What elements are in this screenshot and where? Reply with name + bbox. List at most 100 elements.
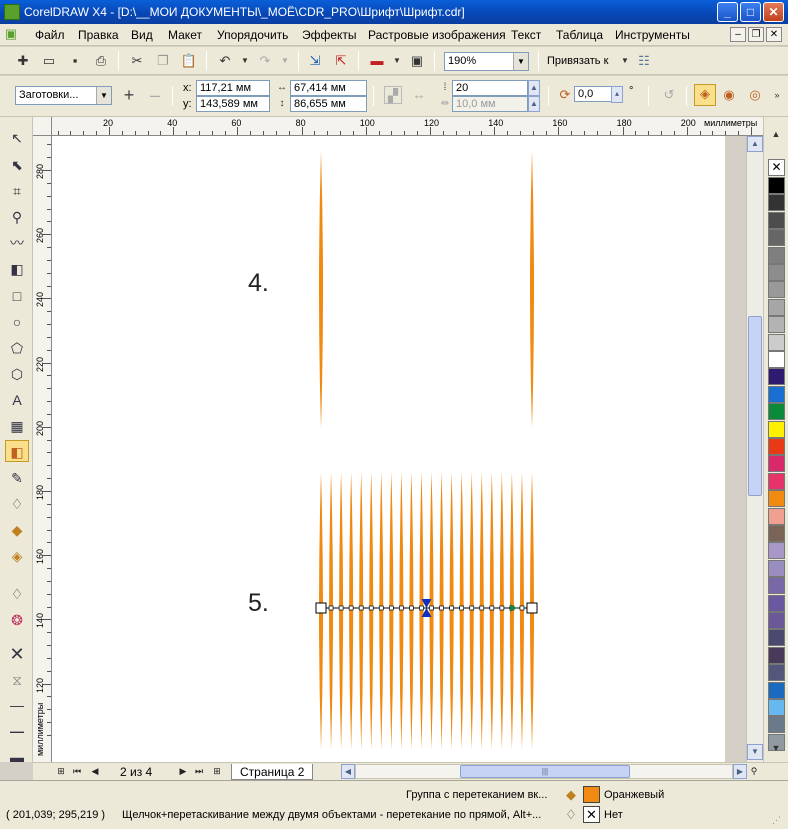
previous-page-icon[interactable]: ◀ [88,764,102,779]
scroll-right-button[interactable]: ▶ [733,764,747,779]
ruler-origin[interactable] [33,117,52,136]
ellipse-tool-icon[interactable]: ○ [5,311,29,333]
basic-shapes-tool-icon[interactable]: ⬡ [5,363,29,385]
blend-step-marker[interactable] [338,605,344,611]
close-button[interactable]: ✕ [763,2,784,22]
blend-step-marker[interactable] [429,605,434,611]
drawing-artwork[interactable] [52,136,725,762]
launcher-dropdown-icon[interactable]: ▼ [388,52,406,70]
vertical-ruler[interactable]: 280 260 240 220 200 180 160 140 120 миллиметры [33,136,52,762]
blend-end-handle[interactable] [526,602,538,614]
loop-blend-icon[interactable]: ↺ [660,86,678,104]
blend-step-marker[interactable] [449,605,454,611]
color-picker-icon[interactable]: ❂ [5,609,29,631]
next-page-icon[interactable]: ▶ [176,764,190,779]
palette-swatch[interactable] [768,681,785,699]
thick-outline-icon[interactable]: ▬ [5,746,29,768]
palette-swatch[interactable] [768,368,785,386]
blend-step-marker[interactable] [409,605,414,611]
blend-step-object[interactable] [429,472,434,750]
blend-step-marker[interactable] [439,605,444,611]
thin-outline-icon[interactable]: — [5,694,29,716]
vertical-scrollbar[interactable]: ▲ ▼ [746,136,763,762]
scroll-down-button[interactable]: ▼ [747,744,763,760]
open-icon[interactable]: ▭ [40,52,58,70]
export-icon[interactable]: ⇱ [332,52,350,70]
blend-step-object[interactable] [349,472,354,750]
blend-spacing-field[interactable]: 10,0 мм [452,96,528,112]
blend-step-marker[interactable] [519,605,525,611]
options-icon[interactable]: ☷ [635,52,653,70]
palette-swatch[interactable] [768,316,785,334]
palette-swatch[interactable] [768,177,785,194]
palette-swatch[interactable] [768,438,785,455]
blend-step-marker[interactable] [419,605,424,611]
add-page-before-icon[interactable]: ⊞ [54,764,68,779]
eyedropper-tool-icon[interactable]: ✎ [5,467,29,489]
undo-dropdown-icon[interactable]: ▼ [236,52,254,70]
menu-arrange[interactable]: Упорядочить [217,28,288,42]
counterclockwise-blend-icon[interactable]: ◎ [746,86,764,104]
doc-close-button[interactable]: ✕ [766,27,782,42]
medium-outline-icon[interactable]: — [5,720,29,742]
menu-edit[interactable]: Правка [78,28,119,42]
blend-step-object[interactable] [449,472,454,750]
blend-start-handle[interactable] [315,602,327,614]
zoom-levels-select[interactable]: 190% ▼ [444,52,529,71]
no-outline-icon[interactable]: ✕ [5,643,29,665]
drawing-canvas[interactable]: 4. 5. [52,136,725,762]
menu-file[interactable]: Файл [35,28,65,42]
palette-swatch[interactable] [768,298,785,316]
palette-scroll-down-icon[interactable]: ▼ [767,739,785,757]
palette-swatch[interactable] [768,507,785,525]
menu-view[interactable]: Вид [131,28,153,42]
blend-step-marker[interactable] [378,605,384,611]
blend-step-marker[interactable] [368,605,374,611]
step-label-5[interactable]: 5. [248,589,269,618]
scroll-up-button[interactable]: ▲ [747,136,763,152]
blend-step-object[interactable] [379,472,384,750]
blend-step-marker[interactable] [358,605,364,611]
step-label-4[interactable]: 4. [248,269,269,298]
blend-steps-field[interactable]: 20 [452,80,528,96]
blend-step-object[interactable] [369,472,374,750]
blend-step-object[interactable] [499,472,504,750]
blend-spacing-mode-icon[interactable]: ↔ [410,86,428,104]
scroll-left-button[interactable]: ◀ [341,764,355,779]
maximize-button[interactable]: □ [740,2,761,22]
snap-dropdown-icon[interactable]: ▼ [616,52,634,70]
blend-step-marker[interactable] [469,605,475,611]
freehand-tool-icon[interactable]: 〰 [5,232,29,254]
menu-text[interactable]: Текст [511,28,541,42]
blend-step-object[interactable] [479,472,484,750]
palette-swatch[interactable] [768,525,785,542]
welcome-screen-icon[interactable]: ▣ [408,52,426,70]
outline-pen-icon[interactable]: ♢ [5,583,29,605]
print-icon[interactable]: ⎙ [92,52,110,70]
width-field[interactable]: 67,414 мм [290,80,367,96]
doc-minimize-button[interactable]: – [730,27,746,42]
blend-step-marker[interactable] [479,605,485,611]
text-tool-icon[interactable]: A [5,389,29,411]
blend-step-object[interactable] [409,472,414,750]
interactive-fill-tool-icon[interactable]: ◈ [5,545,29,567]
new-icon[interactable]: ✚ [14,52,32,70]
blend-direction-field[interactable]: 0,0 [574,86,612,102]
polygon-tool-icon[interactable]: ⬠ [5,337,29,359]
table-tool-icon[interactable]: ▦ [5,415,29,437]
palette-swatch[interactable] [768,490,785,508]
palette-swatch[interactable] [768,646,785,664]
horizontal-scroll-thumb[interactable]: ||| [460,765,630,778]
first-page-icon[interactable]: ⏮ [70,764,84,779]
clockwise-blend-icon[interactable]: ◉ [720,86,738,104]
blend-step-marker[interactable] [399,605,404,611]
blend-step-marker[interactable] [348,605,354,611]
blend-step-object[interactable] [439,472,444,750]
x-position-field[interactable]: 117,21 мм [196,80,270,96]
palette-swatch[interactable] [768,403,785,421]
preset-select[interactable]: Заготовки... ▼ [15,86,112,105]
palette-swatch[interactable] [768,211,785,229]
spin-button-icon[interactable]: ▲ [528,80,540,96]
blend-step-object[interactable] [389,472,394,750]
height-field[interactable]: 86,655 мм [290,96,367,112]
